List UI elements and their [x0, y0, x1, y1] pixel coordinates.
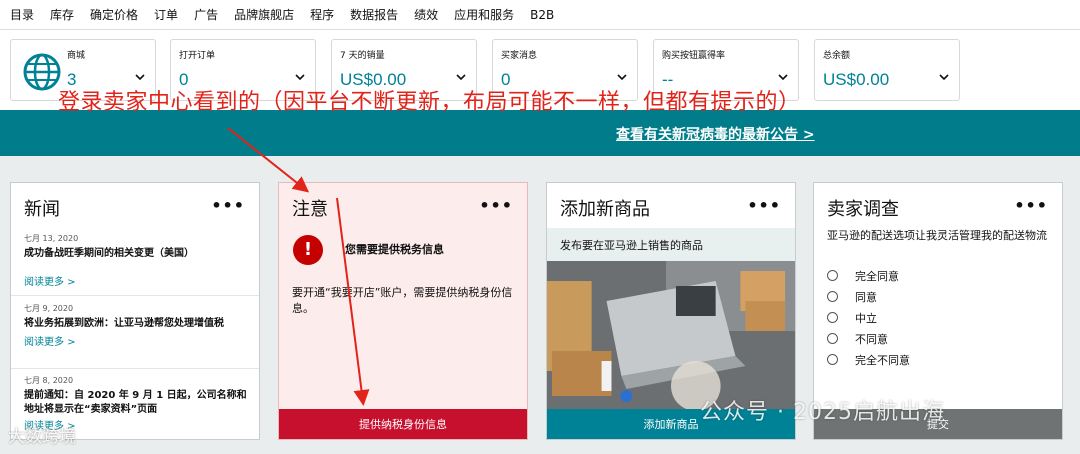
- more-options-icon[interactable]: •••: [211, 196, 245, 215]
- alert-icon: !: [293, 235, 323, 265]
- radio-button[interactable]: [827, 354, 838, 365]
- more-options-icon[interactable]: •••: [747, 196, 781, 215]
- chevron-down-icon[interactable]: [454, 70, 468, 84]
- survey-options: 完全同意 同意 中立 不同意 完全不同意: [827, 265, 910, 370]
- news-headline[interactable]: 提前通知：自 2020 年 9 月 1 日起，公司名称和地址将显示在“卖家资料”…: [24, 389, 249, 417]
- survey-option[interactable]: 不同意: [827, 328, 910, 349]
- option-label: 完全同意: [855, 269, 899, 283]
- notice-heading: 您需要提供税务信息: [345, 243, 444, 256]
- page-footer-strip: [0, 440, 1080, 454]
- watermark-left: 大数跨境: [8, 427, 76, 447]
- nav-inventory[interactable]: 库存: [50, 6, 74, 23]
- covid-banner: 查看有关新冠病毒的最新公告 >: [0, 110, 1080, 156]
- chevron-down-icon[interactable]: [776, 70, 790, 84]
- option-label: 同意: [855, 290, 877, 304]
- survey-question: 亚马逊的配送选项让我灵活管理我的配送物流: [827, 229, 1047, 242]
- metric-value: US$0.00: [823, 70, 890, 89]
- nav-b2b[interactable]: B2B: [530, 8, 554, 22]
- annotation-text: 登录卖家中心看到的（因平台不断更新，布局可能不一样，但都有提示的）: [58, 90, 801, 115]
- nav-stores[interactable]: 品牌旗舰店: [234, 6, 294, 23]
- news-headline[interactable]: 将业务拓展到欧洲：让亚马逊帮您处理增值税: [24, 317, 249, 331]
- chevron-down-icon[interactable]: [615, 70, 629, 84]
- read-more-link[interactable]: 阅读更多 >: [24, 273, 249, 288]
- survey-option[interactable]: 完全不同意: [827, 349, 910, 370]
- radio-button[interactable]: [827, 291, 838, 302]
- metric-label: 打开订单: [179, 51, 216, 61]
- news-date: 七月 9, 2020: [24, 304, 74, 313]
- news-date: 七月 8, 2020: [24, 376, 74, 385]
- metric-label: 买家消息: [501, 51, 538, 61]
- list-item: 七月 9, 2020 将业务拓展到欧洲：让亚马逊帮您处理增值税 阅读更多 >: [24, 303, 249, 348]
- nav-orders[interactable]: 订单: [154, 6, 178, 23]
- card-title: 注意: [292, 199, 328, 220]
- metric-label: 商城: [67, 51, 86, 61]
- notice-card: 注意 ••• ! 您需要提供税务信息 要开通“我要开店”账户，需要提供纳税身份信…: [278, 182, 528, 440]
- nav-catalog[interactable]: 目录: [10, 6, 34, 23]
- news-date: 七月 13, 2020: [24, 234, 79, 243]
- news-headline[interactable]: 成功备战旺季期间的相关变更（美国）: [24, 247, 249, 261]
- watermark-right: 公众号 · 2025启航出海: [700, 400, 945, 425]
- chevron-down-icon[interactable]: [133, 70, 147, 84]
- survey-option[interactable]: 完全同意: [827, 265, 910, 286]
- radio-button[interactable]: [827, 333, 838, 344]
- product-photo: [547, 261, 795, 411]
- more-options-icon[interactable]: •••: [479, 196, 513, 215]
- radio-button[interactable]: [827, 270, 838, 281]
- card-title: 新闻: [24, 199, 60, 220]
- card-title: 卖家调查: [827, 199, 899, 220]
- nav-performance[interactable]: 绩效: [414, 6, 438, 23]
- add-product-subtitle: 发布要在亚马逊上销售的商品: [547, 228, 795, 261]
- option-label: 完全不同意: [855, 353, 910, 367]
- metric-label: 7 天的销量: [340, 51, 385, 61]
- list-item: 七月 13, 2020 成功备战旺季期间的相关变更（美国） 阅读更多 >: [24, 233, 249, 288]
- nav-advertising[interactable]: 广告: [194, 6, 218, 23]
- chevron-down-icon[interactable]: [293, 70, 307, 84]
- radio-button[interactable]: [827, 312, 838, 323]
- covid-announcement-link[interactable]: 查看有关新冠病毒的最新公告 >: [616, 124, 815, 144]
- option-label: 不同意: [855, 332, 888, 346]
- read-more-link[interactable]: 阅读更多 >: [24, 333, 249, 348]
- nav-apps-services[interactable]: 应用和服务: [454, 6, 514, 23]
- card-title: 添加新商品: [560, 199, 650, 220]
- survey-option[interactable]: 同意: [827, 286, 910, 307]
- globe-icon: [23, 53, 61, 91]
- divider: [11, 368, 259, 369]
- nav-pricing[interactable]: 确定价格: [90, 6, 138, 23]
- provide-tax-info-button[interactable]: 提供纳税身份信息: [279, 409, 527, 439]
- metric-total-balance[interactable]: 总余额 US$0.00: [814, 39, 960, 101]
- news-card: 新闻 ••• 七月 13, 2020 成功备战旺季期间的相关变更（美国） 阅读更…: [10, 182, 260, 440]
- option-label: 中立: [855, 311, 877, 325]
- nav-reports[interactable]: 数据报告: [350, 6, 398, 23]
- metric-label: 总余额: [823, 51, 851, 61]
- top-nav: 目录 库存 确定价格 订单 广告 品牌旗舰店 程序 数据报告 绩效 应用和服务 …: [0, 0, 1080, 30]
- divider: [11, 295, 259, 296]
- notice-body: 要开通“我要开店”账户，需要提供纳税身份信息。: [292, 286, 513, 315]
- nav-programs[interactable]: 程序: [310, 6, 334, 23]
- survey-option[interactable]: 中立: [827, 307, 910, 328]
- metric-label: 购买按钮赢得率: [662, 51, 726, 61]
- more-options-icon[interactable]: •••: [1014, 196, 1048, 215]
- chevron-down-icon[interactable]: [937, 70, 951, 84]
